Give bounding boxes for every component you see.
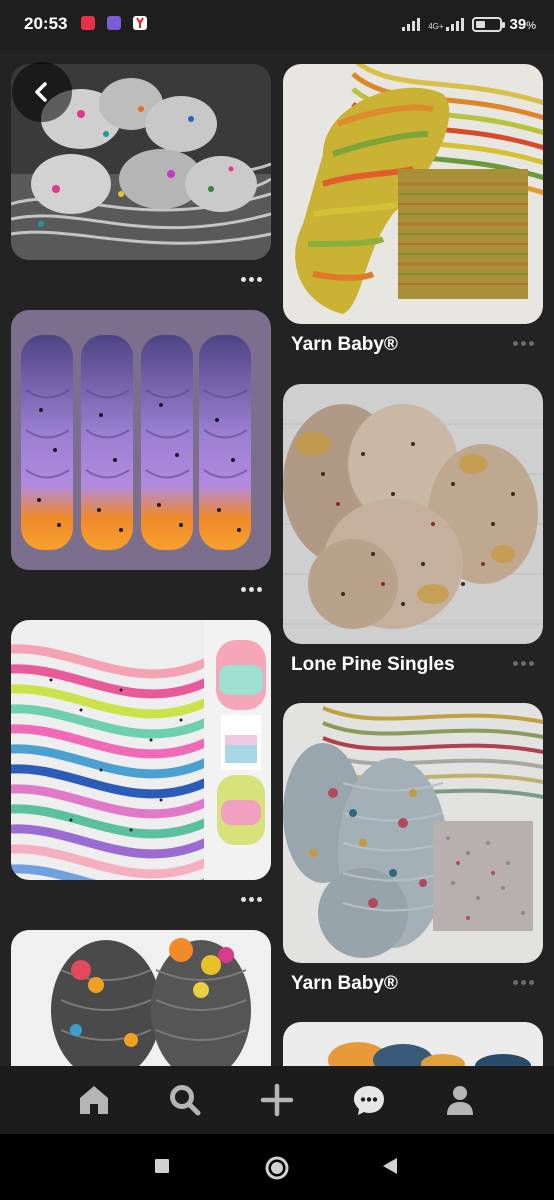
recent-apps-button[interactable] (154, 1158, 170, 1179)
create-icon (260, 1083, 294, 1117)
signal-icon (402, 17, 421, 31)
status-indicators: 4G+ 39% (402, 12, 536, 36)
back-system-button[interactable] (381, 1157, 399, 1180)
search-button[interactable] (163, 1078, 207, 1122)
status-bar: 20:53 4G+ 39% (0, 0, 554, 50)
pin-4-more-button[interactable] (511, 658, 535, 668)
profile-button[interactable] (438, 1078, 482, 1122)
yarn-pin-7[interactable] (11, 930, 271, 1066)
battery-percent: 39 (509, 15, 527, 33)
back-button[interactable] (12, 62, 72, 122)
home-button[interactable] (72, 1078, 116, 1122)
create-button[interactable] (255, 1078, 299, 1122)
yarn-pin-6[interactable] (283, 703, 543, 963)
viber-icon (107, 16, 121, 30)
notification-app-icon (81, 16, 95, 30)
signal-4g-icon: 4G+ (428, 17, 464, 31)
pin-2-more-button[interactable] (511, 338, 535, 348)
yarn-pin-4[interactable] (283, 384, 543, 644)
bottom-navigation (0, 1066, 554, 1134)
yarn-pin-3[interactable] (11, 310, 271, 570)
yandex-icon (133, 16, 147, 30)
system-navigation-bar (0, 1134, 554, 1200)
battery-icon (471, 16, 505, 32)
yarn-pin-2[interactable] (283, 64, 543, 324)
messages-icon (353, 1086, 384, 1115)
circle-icon (265, 1156, 289, 1180)
messages-button[interactable] (347, 1078, 391, 1122)
pin-5-more-button[interactable] (239, 894, 263, 904)
home-system-button[interactable] (264, 1155, 290, 1186)
square-icon (155, 1159, 169, 1173)
pin-6-title[interactable]: Yarn Baby® (291, 973, 398, 995)
search-icon (170, 1085, 201, 1116)
network-type: 4G+ (428, 22, 444, 31)
profile-icon (447, 1086, 474, 1115)
pin-6-more-button[interactable] (511, 977, 535, 987)
battery-unit: % (526, 19, 536, 32)
pin-3-more-button[interactable] (239, 584, 263, 594)
pin-4-title[interactable]: Lone Pine Singles (291, 654, 455, 676)
pin-1-more-button[interactable] (239, 274, 263, 284)
home-icon (79, 1086, 108, 1114)
chevron-left-icon (35, 82, 47, 102)
triangle-back-icon (383, 1158, 397, 1174)
yarn-pin-5[interactable] (11, 620, 271, 880)
status-time: 20:53 (24, 14, 68, 33)
yarn-pin-8[interactable] (283, 1022, 543, 1066)
pin-2-title[interactable]: Yarn Baby® (291, 334, 398, 356)
